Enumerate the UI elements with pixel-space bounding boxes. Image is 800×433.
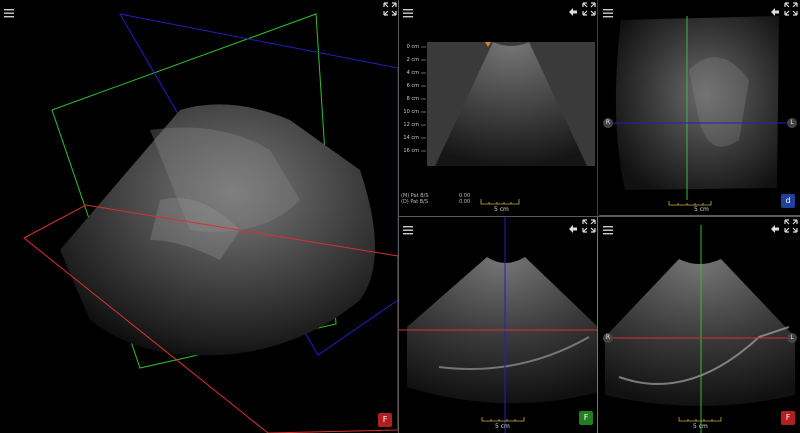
axial-pane[interactable]: R L 5 cm F <box>599 217 800 433</box>
back-arrow-icon[interactable] <box>568 2 582 16</box>
expand-arrows-icon[interactable] <box>383 1 397 16</box>
scale-label: 5 cm <box>694 206 709 213</box>
orientation-cube[interactable]: F <box>378 413 392 427</box>
expand-arrows-icon[interactable] <box>582 218 596 233</box>
depth-scale: 0 cm 2 cm 4 cm 6 cm 8 cm 10 cm 12 cm 14 … <box>399 44 427 164</box>
orientation-left-marker: R <box>603 118 613 128</box>
orientation-left-marker: R <box>603 333 613 343</box>
scale-label: 5 cm <box>495 423 510 430</box>
expand-arrows-icon[interactable] <box>784 218 798 233</box>
scale-label: 5 cm <box>693 423 708 430</box>
hamburger-menu-icon[interactable] <box>403 220 417 235</box>
expand-arrows-icon[interactable] <box>582 1 596 16</box>
measurement-label-2: (D) Pat B/S <box>401 199 429 205</box>
view-badge[interactable]: F <box>781 411 795 425</box>
scale-bar <box>480 199 520 205</box>
hamburger-menu-icon[interactable] <box>4 3 18 18</box>
view-badge[interactable]: d <box>781 194 795 208</box>
focus-marker-icon[interactable] <box>485 42 491 47</box>
volume-3d-render[interactable] <box>0 0 398 433</box>
volume-3d-pane[interactable]: F <box>0 0 398 433</box>
hamburger-menu-icon[interactable] <box>603 220 617 235</box>
hamburger-menu-icon[interactable] <box>403 3 417 18</box>
scale-label: 5 cm <box>494 206 509 213</box>
expand-arrows-icon[interactable] <box>784 1 798 16</box>
back-arrow-icon[interactable] <box>770 219 784 233</box>
back-arrow-icon[interactable] <box>770 2 784 16</box>
bmode-pane[interactable]: 0 cm 2 cm 4 cm 6 cm 8 cm 10 cm 12 cm 14 … <box>399 0 598 216</box>
orientation-right-marker: L <box>787 333 797 343</box>
view-badge[interactable]: F <box>579 411 593 425</box>
coronal-image[interactable] <box>599 0 800 216</box>
back-arrow-icon[interactable] <box>568 219 582 233</box>
axial-image[interactable] <box>599 217 800 433</box>
orientation-right-marker: L <box>787 118 797 128</box>
coronal-pane[interactable]: R L 5 cm d <box>599 0 800 216</box>
measurement-value-2: 0.00 <box>459 199 471 205</box>
sagittal-pane[interactable]: 5 cm F <box>399 217 598 433</box>
bmode-image-area[interactable] <box>427 42 595 166</box>
hamburger-menu-icon[interactable] <box>603 3 617 18</box>
sagittal-image[interactable] <box>399 217 598 433</box>
